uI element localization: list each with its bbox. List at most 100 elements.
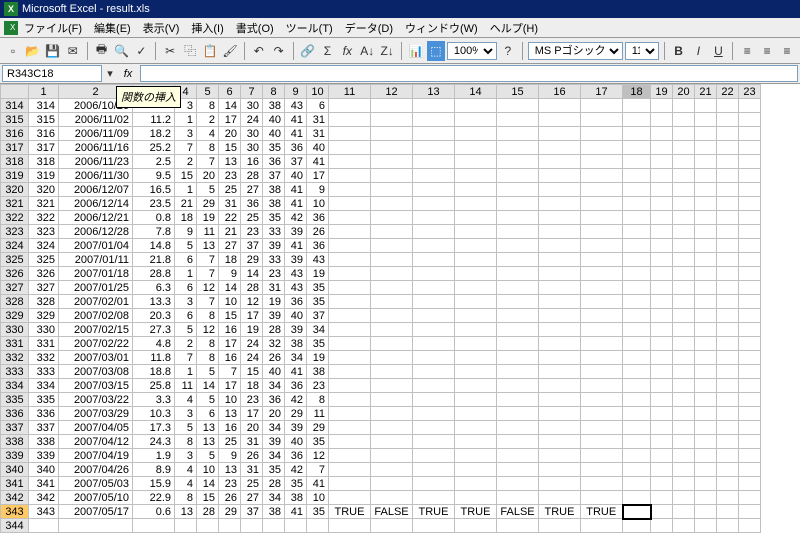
cell[interactable] (371, 365, 413, 379)
cell[interactable]: 41 (307, 477, 329, 491)
cell[interactable]: 317 (29, 141, 59, 155)
row-header[interactable]: 314 (1, 99, 29, 113)
cell[interactable] (371, 435, 413, 449)
cell[interactable]: 10.3 (133, 407, 175, 421)
cell[interactable] (673, 267, 695, 281)
cell[interactable] (371, 407, 413, 421)
print-icon[interactable]: 🖶 (93, 41, 111, 61)
cell[interactable] (581, 281, 623, 295)
row-header[interactable]: 320 (1, 183, 29, 197)
cell[interactable] (539, 211, 581, 225)
cell[interactable] (739, 141, 761, 155)
row-header[interactable]: 315 (1, 113, 29, 127)
cell[interactable] (497, 141, 539, 155)
cell[interactable]: TRUE (413, 505, 455, 519)
cell[interactable] (497, 463, 539, 477)
cell[interactable]: 7 (307, 463, 329, 477)
cell[interactable] (413, 407, 455, 421)
cell[interactable]: 8 (175, 435, 197, 449)
cell[interactable]: 43 (307, 253, 329, 267)
cell[interactable] (673, 253, 695, 267)
col-header[interactable]: 23 (739, 85, 761, 99)
copy-icon[interactable]: ⿻ (181, 41, 199, 61)
cell[interactable] (329, 449, 371, 463)
cell[interactable] (197, 519, 219, 533)
cell[interactable] (329, 477, 371, 491)
cell[interactable] (673, 421, 695, 435)
cell[interactable] (717, 477, 739, 491)
cell[interactable] (455, 365, 497, 379)
sort-asc-icon[interactable]: A↓ (358, 41, 376, 61)
cell[interactable] (717, 281, 739, 295)
cell[interactable] (371, 169, 413, 183)
cell[interactable] (673, 141, 695, 155)
cell[interactable]: 330 (29, 323, 59, 337)
cell[interactable]: 6 (307, 99, 329, 113)
cell[interactable] (371, 155, 413, 169)
cell[interactable]: 3 (175, 295, 197, 309)
cell[interactable] (329, 99, 371, 113)
cell[interactable]: 315 (29, 113, 59, 127)
cell[interactable]: 19 (307, 351, 329, 365)
cell[interactable]: 31 (307, 113, 329, 127)
cell[interactable] (651, 253, 673, 267)
row-header[interactable]: 328 (1, 295, 29, 309)
cell[interactable] (539, 127, 581, 141)
cell[interactable]: 18 (241, 379, 263, 393)
cell[interactable]: 12 (307, 449, 329, 463)
row-header[interactable]: 331 (1, 337, 29, 351)
cell[interactable]: 5 (175, 421, 197, 435)
cell[interactable]: 7 (197, 253, 219, 267)
cell[interactable] (623, 393, 651, 407)
cell[interactable]: 4.8 (133, 337, 175, 351)
cell[interactable]: 343 (29, 505, 59, 519)
cell[interactable] (581, 239, 623, 253)
cell[interactable]: 37 (241, 239, 263, 253)
cell[interactable] (133, 519, 175, 533)
cell[interactable]: 30 (241, 141, 263, 155)
cell[interactable]: 2 (175, 155, 197, 169)
cell[interactable] (623, 505, 651, 519)
open-icon[interactable]: 📂 (24, 41, 42, 61)
cell[interactable] (497, 407, 539, 421)
cell[interactable]: 23 (307, 379, 329, 393)
cell[interactable]: 18.8 (133, 365, 175, 379)
menu-file[interactable]: ファイル(F) (18, 18, 88, 38)
row-header[interactable]: 322 (1, 211, 29, 225)
cell[interactable]: 24 (241, 351, 263, 365)
cell[interactable]: 40 (285, 169, 307, 183)
cell[interactable] (175, 519, 197, 533)
cell[interactable] (413, 421, 455, 435)
cell[interactable]: 40 (263, 113, 285, 127)
cell[interactable]: 30 (241, 99, 263, 113)
cell[interactable]: 13 (219, 155, 241, 169)
cell[interactable] (695, 253, 717, 267)
cell[interactable] (413, 141, 455, 155)
cell[interactable] (717, 239, 739, 253)
chart-icon[interactable]: 📊 (407, 41, 425, 61)
cell[interactable] (695, 435, 717, 449)
cell[interactable] (673, 491, 695, 505)
cell[interactable]: 16 (219, 323, 241, 337)
cell[interactable] (651, 113, 673, 127)
cell[interactable]: 13.3 (133, 295, 175, 309)
cell[interactable] (455, 421, 497, 435)
cell[interactable] (329, 435, 371, 449)
cell[interactable]: 35 (307, 281, 329, 295)
cell[interactable] (455, 267, 497, 281)
cell[interactable] (695, 113, 717, 127)
cell[interactable] (371, 99, 413, 113)
cell[interactable]: 29 (197, 197, 219, 211)
cell[interactable]: 8 (197, 351, 219, 365)
cell[interactable]: 8 (175, 491, 197, 505)
cell[interactable] (717, 351, 739, 365)
cell[interactable]: 25 (241, 477, 263, 491)
cell[interactable] (717, 505, 739, 519)
cell[interactable]: 8 (197, 141, 219, 155)
cell[interactable] (455, 127, 497, 141)
cell[interactable] (539, 197, 581, 211)
cut-icon[interactable]: ✂ (161, 41, 179, 61)
cell[interactable]: 324 (29, 239, 59, 253)
cell[interactable] (623, 407, 651, 421)
cell[interactable]: 25.8 (133, 379, 175, 393)
